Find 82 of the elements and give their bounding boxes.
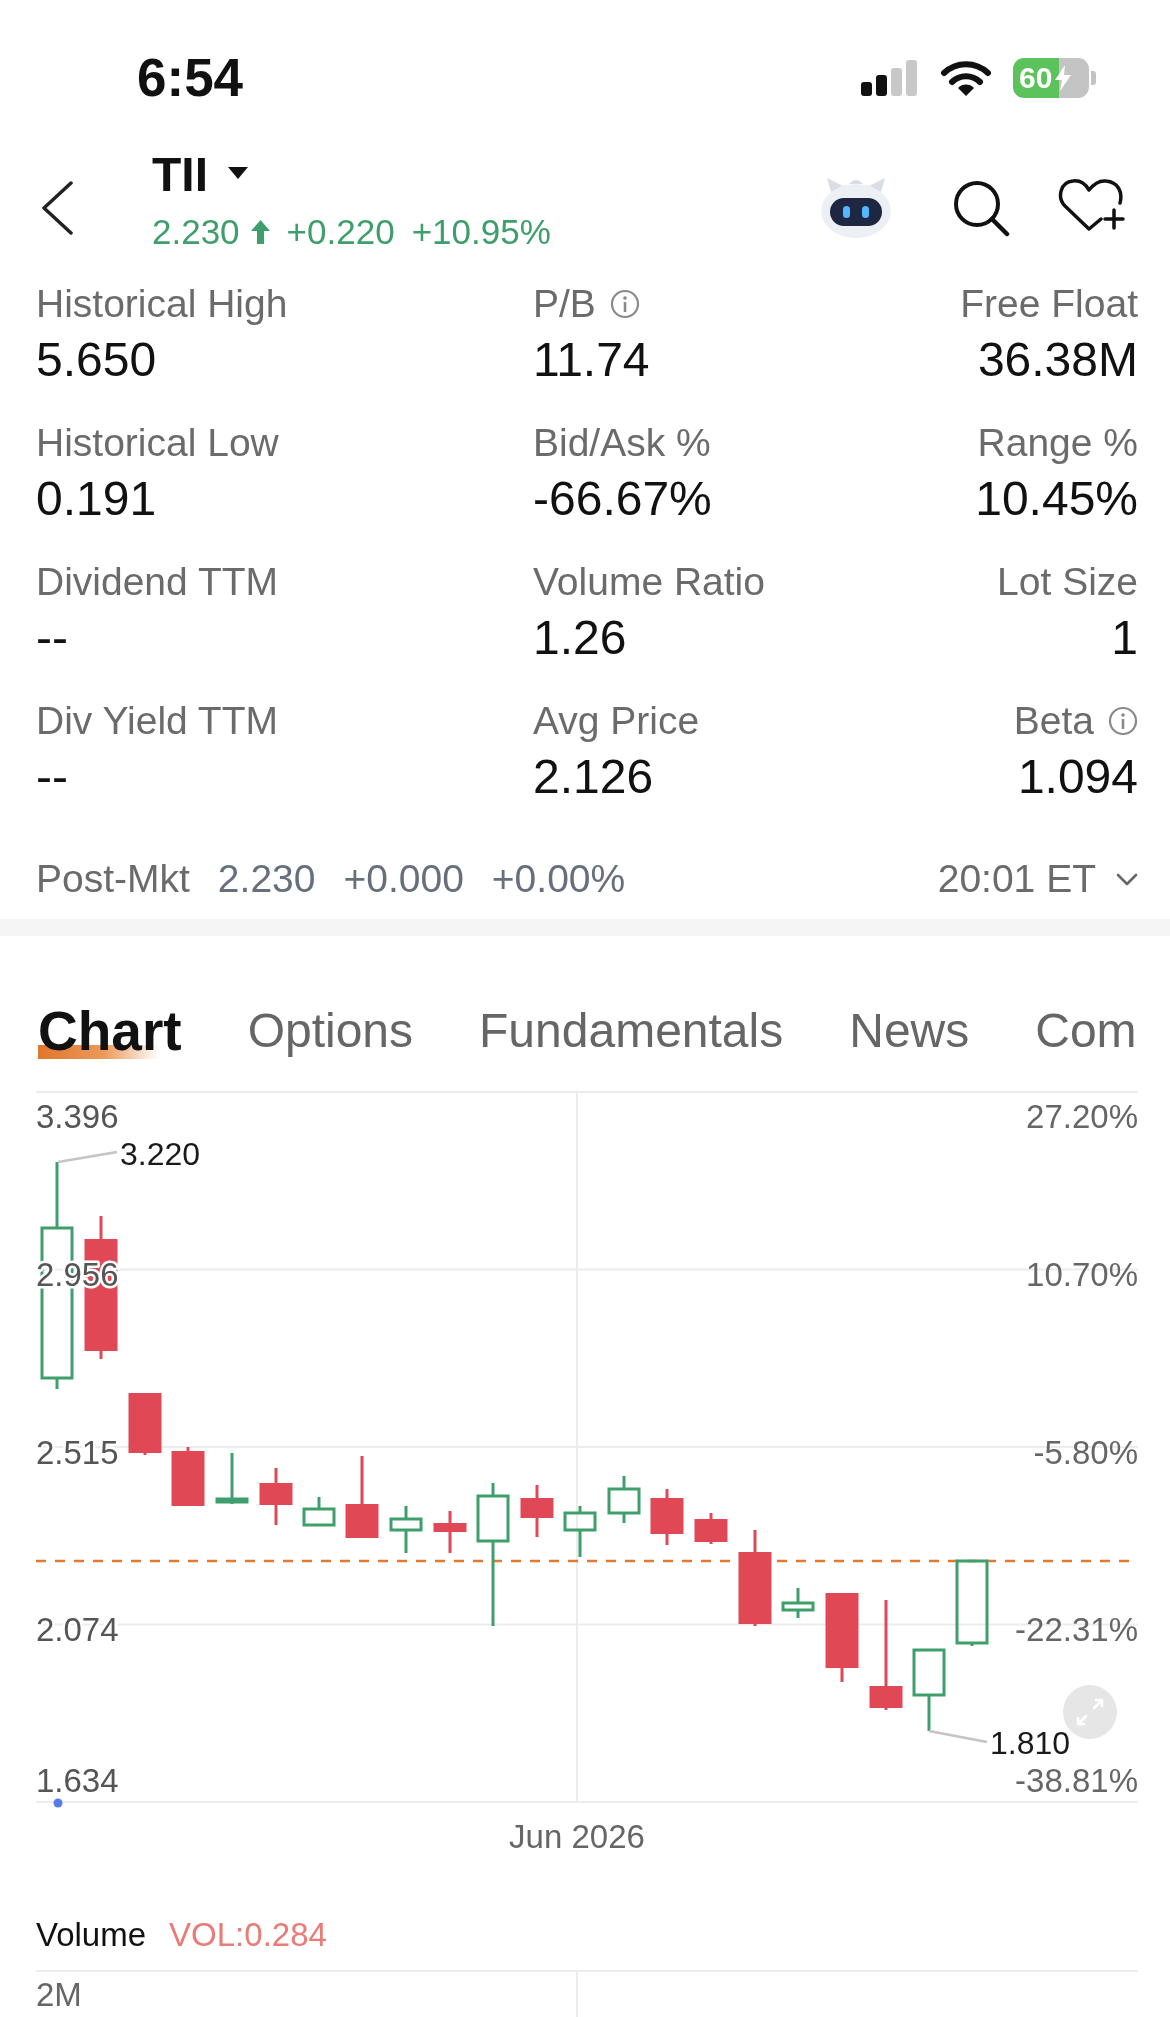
tab[interactable]: Options: [247, 999, 414, 1063]
stat-value: 1.26: [533, 610, 627, 666]
ticker-selector[interactable]: TII: [152, 145, 248, 205]
search-icon[interactable]: [952, 179, 1010, 237]
stat-label: Volume Ratio: [533, 559, 765, 605]
percent-axis-label: 10.70%: [1026, 1256, 1138, 1293]
stat-label: Lot Size: [997, 559, 1138, 605]
post-market-change: +0.000: [343, 856, 464, 902]
leader-line: [57, 1150, 118, 1164]
stat-label: Bid/Ask %: [533, 420, 711, 466]
stat-value: --: [36, 749, 68, 805]
chevron-down-icon: [1116, 872, 1138, 886]
battery-terminal-icon: [1091, 71, 1096, 85]
status-time: 6:54: [137, 55, 244, 101]
wifi-icon: [941, 60, 991, 97]
rising-candle: [607, 1476, 641, 1523]
volume-axis-label: 2M: [36, 1975, 82, 2013]
stat-value: 1: [1111, 610, 1138, 666]
volume-title: Volume: [36, 1915, 147, 1955]
caret-icon: [228, 167, 248, 179]
price-axis-label: 2.074: [36, 1611, 119, 1648]
stat-value: 2.126: [533, 749, 654, 805]
back-icon[interactable]: [40, 181, 74, 235]
price-change: +0.220: [286, 211, 395, 253]
price-axis-label: 1.634: [36, 1761, 119, 1799]
post-market-label: Post-Mkt: [36, 856, 190, 902]
falling-candle: [171, 1447, 205, 1506]
percent-axis-label: 27.20%: [1026, 1097, 1138, 1135]
info-icon[interactable]: [609, 289, 640, 319]
date-axis-label: Jun 2026: [509, 1817, 645, 1855]
stat-label: Historical High: [36, 281, 288, 327]
stat-value: 36.38M: [977, 332, 1138, 388]
stat-value: 5.650: [36, 332, 157, 388]
rising-candle: [781, 1588, 815, 1618]
falling-candle: [128, 1393, 162, 1455]
rising-candle: [215, 1453, 249, 1504]
stat-value: 11.74: [533, 332, 650, 388]
volume-indicator: VOL:0.284: [169, 1915, 327, 1955]
post-market-price: 2.230: [217, 856, 316, 902]
falling-candle: [433, 1511, 467, 1553]
post-market-change-percent: +0.00%: [491, 856, 626, 902]
battery-percentage: 60: [1019, 61, 1053, 95]
info-icon[interactable]: [1108, 706, 1138, 736]
last-price: 2.230: [152, 211, 240, 253]
percent-axis-label: -38.81%: [1015, 1761, 1138, 1799]
stat-value: 1.094: [1017, 749, 1138, 805]
price-change-percent: +10.95%: [411, 211, 551, 253]
falling-candle: [694, 1513, 728, 1544]
stat-value: --: [36, 610, 68, 666]
rising-candle: [389, 1506, 423, 1553]
stat-label: Avg Price: [533, 698, 700, 744]
robot-icon[interactable]: [819, 176, 893, 238]
stat-value: 10.45%: [975, 471, 1138, 527]
tab[interactable]: News: [849, 999, 970, 1063]
tab[interactable]: Com: [1035, 999, 1137, 1063]
stat-label: Div Yield TTM: [36, 698, 278, 744]
rising-candle: [563, 1506, 597, 1557]
stat-label: P/B: [533, 281, 596, 327]
stat-label: Beta: [1013, 698, 1094, 744]
heart-plus-icon[interactable]: [1056, 179, 1126, 231]
tab[interactable]: Fundamentals: [479, 999, 784, 1063]
high-price-label: 3.220: [120, 1136, 201, 1172]
signal-icon: [861, 60, 919, 96]
price-axis-label: 2.515: [36, 1433, 119, 1471]
falling-candle: [520, 1485, 554, 1537]
charging-bolt-icon: [1055, 65, 1072, 91]
stat-label: Historical Low: [36, 420, 279, 466]
percent-axis-label: -22.31%: [1015, 1611, 1138, 1648]
stat-label: Free Float: [960, 281, 1138, 327]
falling-candle: [650, 1489, 684, 1545]
session-time-selector[interactable]: 20:01 ET: [937, 854, 1138, 904]
leader-line: [928, 1729, 988, 1744]
falling-candle: [259, 1468, 293, 1525]
stat-label: Range %: [977, 420, 1138, 466]
price-axis-label: 3.396: [36, 1097, 119, 1135]
stat-value: 0.191: [36, 471, 157, 527]
low-price-label: 1.810: [990, 1725, 1071, 1761]
stat-label: Dividend TTM: [36, 559, 279, 605]
rising-candle: [302, 1497, 336, 1527]
percent-axis-label: -5.80%: [1033, 1433, 1138, 1471]
stat-value: -66.67%: [533, 471, 712, 527]
marker-dot-icon: [53, 1798, 63, 1808]
